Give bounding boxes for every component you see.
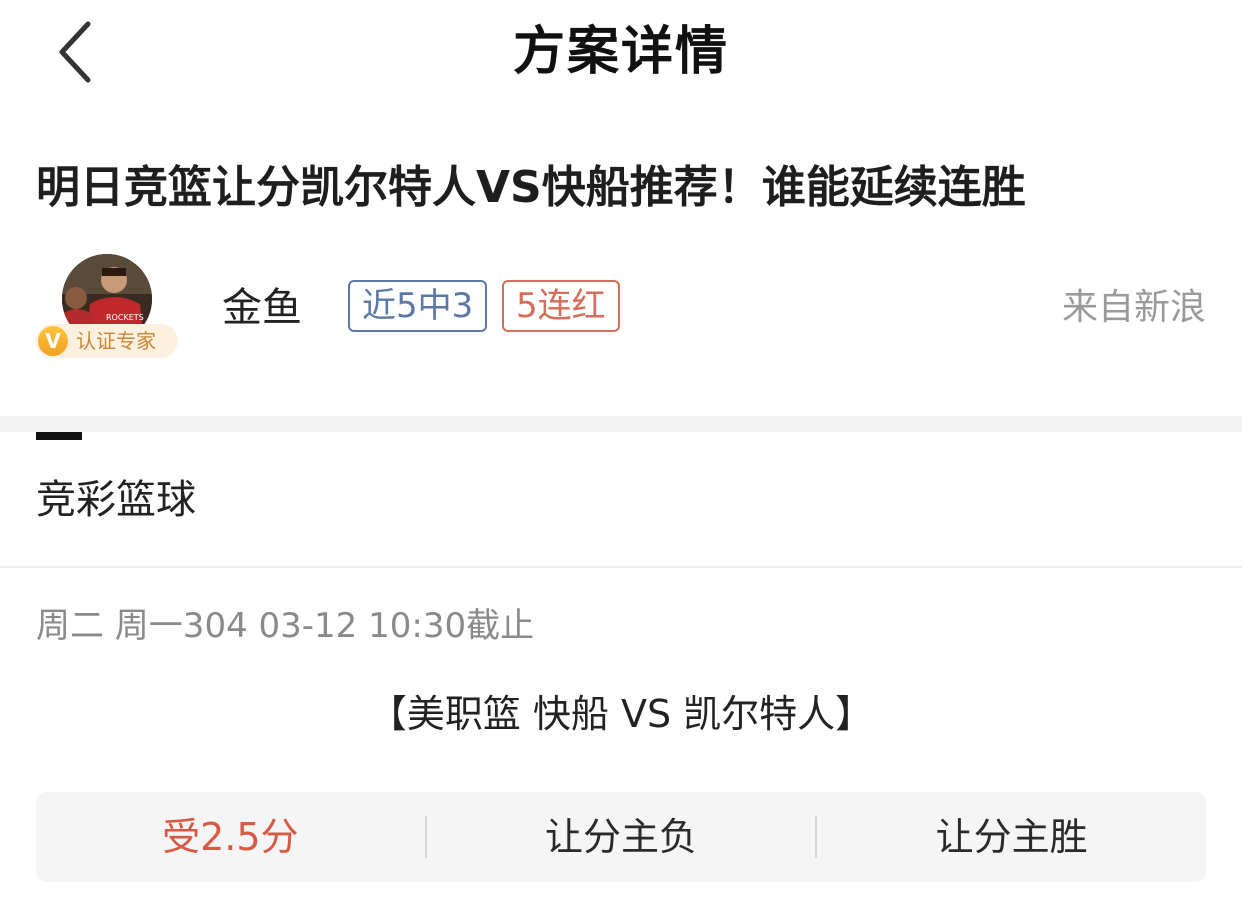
page-title: 方案详情 [512,22,729,82]
odds-option-home-lose[interactable]: 让分主负 [427,792,816,882]
source-label: 来自新浪 [1061,287,1206,328]
verified-v-icon: V [38,326,68,356]
odds-option-handicap[interactable]: 受2.5分 [36,792,425,882]
streak-tag: 5连红 [502,280,620,332]
record-tag: 近5中3 [348,280,488,332]
category-label: 竞彩篮球 [36,477,196,523]
match-title: 【美职篮 快船 VS 凯尔特人】 [368,692,874,736]
odds-option-home-win[interactable]: 让分主胜 [817,792,1206,882]
tab-indicator [36,432,82,440]
match-meta: 周二 周一304 03-12 10:30截止 [36,606,535,646]
divider [0,566,1242,568]
article-title: 明日竞篮让分凯尔特人VS快船推荐！谁能延续连胜 [36,162,1026,213]
expert-badge: V 认证专家 [36,324,178,358]
page: 方案详情 明日竞篮让分凯尔特人VS快船推荐！谁能延续连胜 ROCKETS V 认… [0,0,1242,920]
odds-row: 受2.5分 让分主负 让分主胜 [36,792,1206,882]
svg-text:ROCKETS: ROCKETS [106,313,144,322]
expert-badge-label: 认证专家 [76,329,156,353]
author-name[interactable]: 金鱼 [222,282,302,334]
nav-bar: 方案详情 [0,0,1242,110]
author-avatar-block[interactable]: ROCKETS V 认证专家 [36,254,186,364]
section-divider [0,416,1242,432]
